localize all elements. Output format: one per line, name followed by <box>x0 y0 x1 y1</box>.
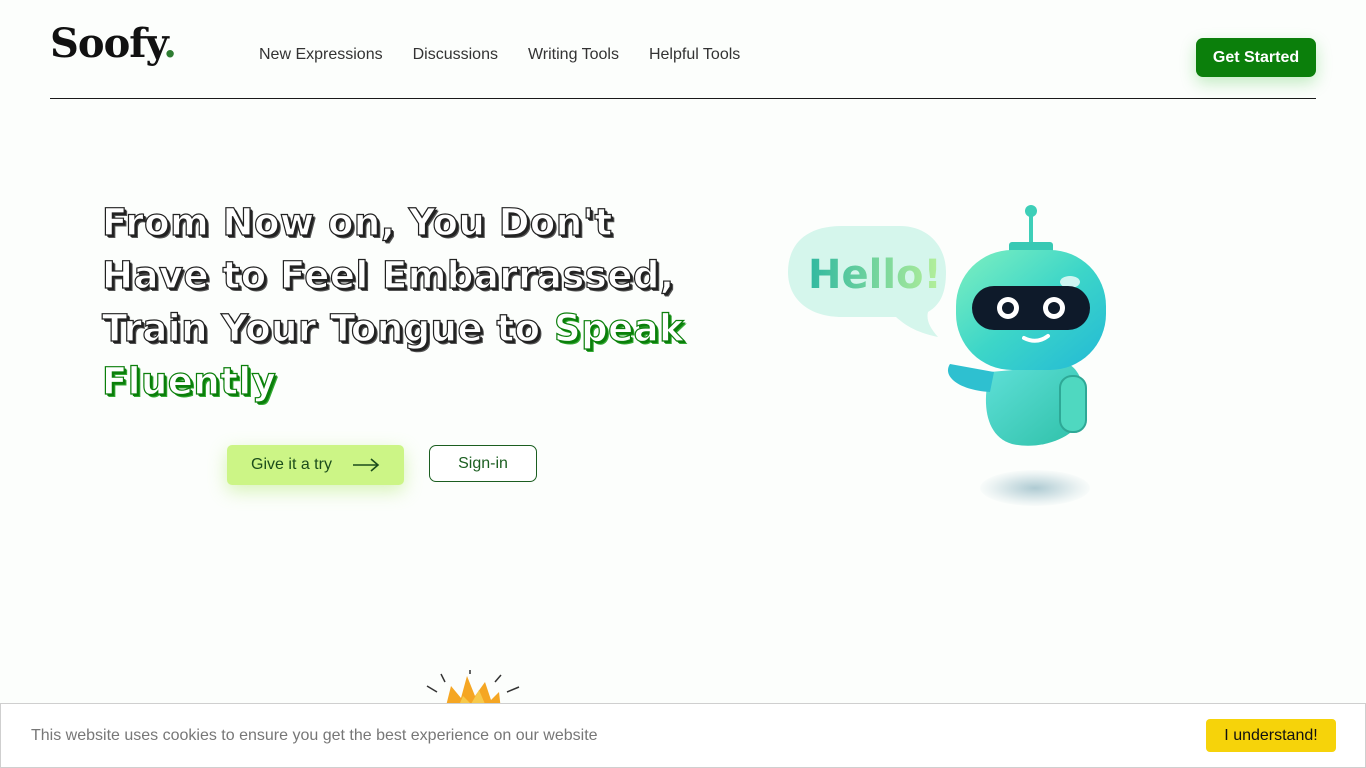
robot-illustration: Hello! <box>788 205 1106 446</box>
get-started-button[interactable]: Get Started <box>1196 38 1316 77</box>
hero-title-line2: Have to Feel Embarrassed, <box>101 253 675 297</box>
cookie-accept-button[interactable]: I understand! <box>1206 719 1336 752</box>
hello-bubble-text: Hello! <box>808 252 942 298</box>
main-nav: New Expressions Discussions Writing Tool… <box>259 46 740 64</box>
site-logo[interactable]: Soofy. <box>50 20 177 67</box>
arrow-right-icon <box>352 458 380 472</box>
cookie-banner: This website uses cookies to ensure you … <box>0 703 1366 768</box>
hero-title-line3: Train Your Tongue to <box>101 306 554 350</box>
nav-writing-tools[interactable]: Writing Tools <box>528 46 619 64</box>
give-it-a-try-button[interactable]: Give it a try <box>227 445 404 485</box>
hero-title: From Now on, You Don't Have to Feel Emba… <box>101 196 702 408</box>
hero-title-highlight-fluently: Fluently <box>101 359 277 403</box>
logo-dot: . <box>163 20 177 67</box>
nav-helpful-tools[interactable]: Helpful Tools <box>649 46 740 64</box>
give-it-a-try-label: Give it a try <box>251 456 332 473</box>
logo-text: Soofy <box>50 20 164 67</box>
cookie-message: This website uses cookies to ensure you … <box>31 727 598 744</box>
hero-title-highlight-speak: Speak <box>553 306 685 350</box>
sign-in-button[interactable]: Sign-in <box>429 445 537 482</box>
nav-new-expressions[interactable]: New Expressions <box>259 46 383 64</box>
hero-title-line1: From Now on, You Don't <box>101 200 613 244</box>
nav-discussions[interactable]: Discussions <box>413 46 498 64</box>
site-header: Soofy. New Expressions Discussions Writi… <box>50 0 1316 99</box>
